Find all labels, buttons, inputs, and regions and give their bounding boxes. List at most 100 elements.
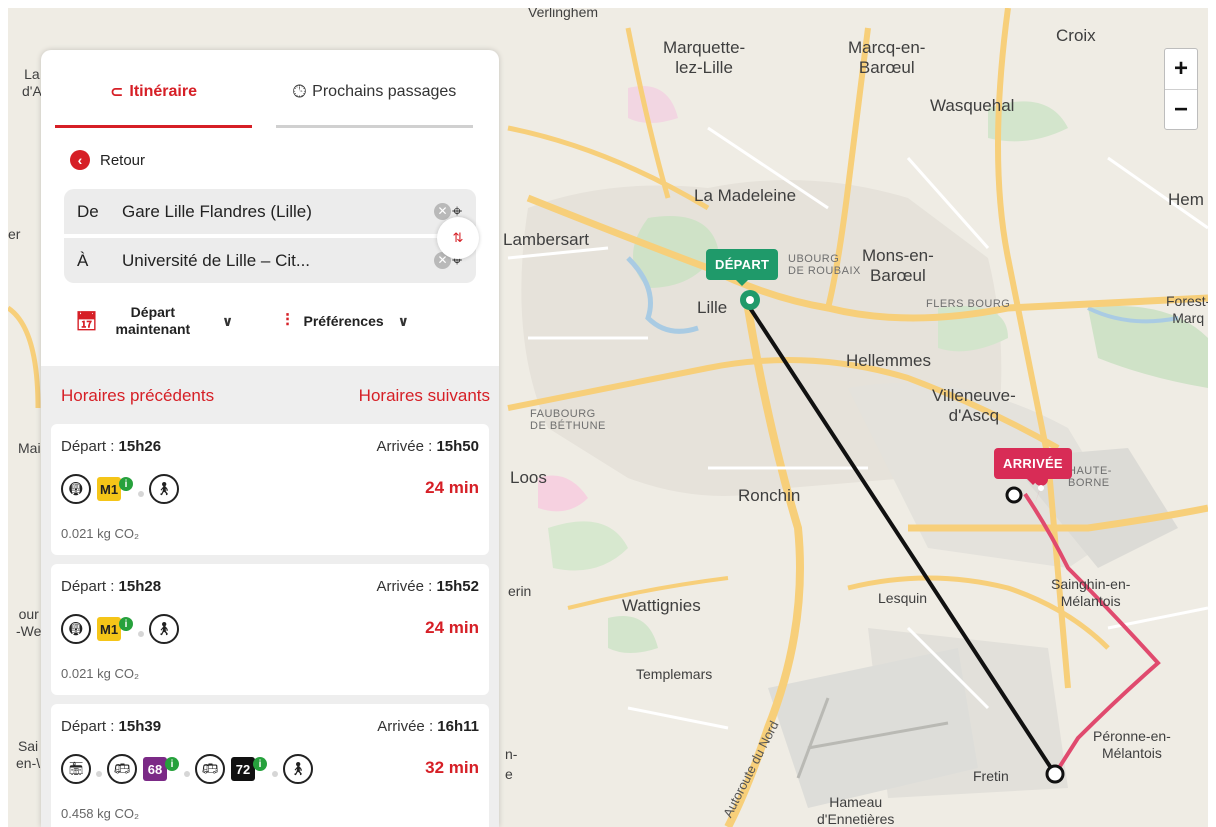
- map-place-label: Forest- Marq: [1166, 293, 1208, 326]
- map-place-label: er: [8, 226, 21, 242]
- map-place-label: our -We: [16, 606, 42, 639]
- back-arrow-icon: ‹: [70, 150, 90, 170]
- depart-time: Départ : 15h39: [61, 718, 162, 735]
- map-place-label: Sai en-\: [16, 738, 41, 771]
- separator-dot: [272, 771, 278, 777]
- result-card[interactable]: Départ : 15h28 Arrivée : 15h52 🚇︎ M1 i 🚶︎ 24 m…: [51, 564, 489, 695]
- map-place-label: Lesquin: [878, 590, 928, 606]
- back-button[interactable]: ‹ Retour: [70, 150, 499, 170]
- chevron-down-icon: ∨: [221, 312, 234, 329]
- duration: 32 min: [425, 758, 479, 777]
- depart-time-label: Départ maintenant: [115, 304, 191, 337]
- line-badge: M1: [97, 477, 122, 501]
- clear-icon[interactable]: ✕: [434, 203, 451, 220]
- info-icon[interactable]: i: [119, 617, 134, 631]
- map-place-label: Hem: [1168, 190, 1204, 209]
- walk-icon: 🚶︎: [283, 754, 313, 784]
- next-schedules-link[interactable]: Horaires suivants: [359, 386, 490, 406]
- map-place-label: n-: [505, 746, 518, 762]
- map-place-label: Hellemmes: [846, 351, 932, 370]
- map-place-label: Lille: [697, 298, 728, 317]
- separator-dot: [138, 631, 145, 637]
- bus-icon: 🚌︎: [107, 754, 137, 784]
- co2-emission: 0.458 kg CO₂: [61, 806, 140, 821]
- swap-button[interactable]: ⇅: [437, 217, 479, 259]
- map-place-label: e: [505, 766, 513, 782]
- map-place-label: Sainghin-en- Mélantois: [1051, 576, 1131, 609]
- duration: 24 min: [425, 478, 479, 497]
- chevron-down-icon: ∨: [397, 312, 410, 329]
- route-legs: 🚇︎ M1 i 🚶︎: [61, 474, 180, 504]
- map-place-label: Marcq-en- Barœul: [848, 38, 926, 77]
- sliders-icon: ⫶: [285, 311, 290, 330]
- info-icon[interactable]: i: [119, 477, 134, 491]
- separator-dot: [138, 491, 145, 497]
- previous-schedules-link[interactable]: Horaires précédents: [61, 386, 214, 406]
- duration: 24 min: [425, 618, 479, 637]
- depart-time-select[interactable]: 📅︎ Départ maintenant ∨: [75, 304, 233, 338]
- depart-tag: DÉPART: [706, 249, 779, 286]
- from-field[interactable]: De Gare Lille Flandres (Lille) ✕ ⌖: [64, 189, 476, 234]
- map-place-label: Verlinghem: [528, 8, 599, 20]
- walk-icon: 🚶︎: [149, 474, 180, 504]
- depart-time: Départ : 15h26: [61, 438, 162, 455]
- swap-icon: ⇅: [452, 230, 464, 245]
- metro-icon: 🚇︎: [61, 474, 91, 504]
- result-card[interactable]: Départ : 15h39 Arrivée : 16h11 🚋︎ 🚌︎ 68 i 🚌︎ 72…: [51, 704, 489, 827]
- line-badge: 68: [143, 757, 167, 781]
- map-district-label: FAUBOURG DE BÉTHUNE: [530, 408, 606, 432]
- map-place-label: Péronne-en- Mélantois: [1093, 728, 1171, 761]
- line-badge: M1: [97, 617, 122, 641]
- tab-itineraire[interactable]: ⊂ Itinéraire: [55, 50, 252, 128]
- depart-time: Départ : 15h28: [61, 578, 162, 595]
- map-place-label: La Madeleine: [694, 186, 797, 205]
- info-icon[interactable]: i: [253, 757, 267, 771]
- map-place-label: Villeneuve- d'Ascq: [932, 386, 1016, 425]
- arrivee-tag: ARRIVÉE: [994, 448, 1072, 485]
- walk-icon: 🚶︎: [149, 614, 180, 644]
- tab-passages-label: Prochains passages: [312, 82, 457, 100]
- map-district-label: UBOURG DE ROUBAIX: [788, 253, 861, 277]
- map-place-label: Croix: [1056, 26, 1096, 45]
- results-list: Horaires précédents Horaires suivants Dé…: [41, 366, 499, 827]
- map-place-label: Templemars: [636, 666, 713, 682]
- to-prefix: À: [77, 250, 89, 270]
- line-badge: 72: [231, 757, 255, 781]
- map-place-label: Wattignies: [622, 596, 701, 615]
- clock-icon: 🕒︎: [292, 81, 307, 101]
- from-value[interactable]: Gare Lille Flandres (Lille): [122, 202, 434, 222]
- zoom-control: + −: [1164, 48, 1198, 130]
- map-place-label: Hameau d'Ennetières: [817, 794, 895, 827]
- preferences-label: Préférences: [303, 312, 384, 329]
- map-place-label: Marquette- lez-Lille: [663, 38, 746, 77]
- info-icon[interactable]: i: [165, 757, 179, 771]
- to-value[interactable]: Université de Lille – Cit...: [122, 251, 434, 271]
- tabs: ⊂ Itinéraire 🕒︎ Prochains passages: [41, 50, 499, 130]
- metro-icon: 🚇︎: [61, 614, 91, 644]
- route-icon: ⊂: [110, 83, 124, 101]
- from-prefix: De: [77, 201, 99, 221]
- bus-icon: 🚌︎: [195, 754, 225, 784]
- map-place-label: Ronchin: [738, 486, 801, 505]
- tram-icon: 🚋︎: [61, 754, 91, 784]
- separator-dot: [184, 771, 190, 777]
- co2-emission: 0.021 kg CO₂: [61, 526, 140, 541]
- route-legs: 🚋︎ 🚌︎ 68 i 🚌︎ 72 i 🚶︎: [61, 754, 313, 784]
- itinerary-panel: ⊂ Itinéraire 🕒︎ Prochains passages ‹ Ret…: [41, 50, 499, 827]
- arrival-time: Arrivée : 16h11: [377, 718, 479, 735]
- zoom-in-button[interactable]: +: [1165, 49, 1197, 89]
- map-place-label: La d'A: [22, 66, 42, 99]
- result-card[interactable]: Départ : 15h26 Arrivée : 15h50 🚇︎ M1 i 🚶︎ 24 m…: [51, 424, 489, 555]
- map-place-label: Mons-en- Barœul: [862, 246, 934, 285]
- back-label: Retour: [100, 151, 146, 169]
- tab-itineraire-label: Itinéraire: [129, 82, 197, 100]
- map-district-label: HAUTE- BORNE: [1068, 465, 1112, 489]
- to-field[interactable]: À Université de Lille – Cit... ✕ ⌖: [64, 238, 476, 283]
- preferences-select[interactable]: ⫶ Préférences ∨: [285, 311, 409, 331]
- map-place-label: erin: [508, 583, 532, 599]
- arrival-time: Arrivée : 15h52: [376, 578, 479, 595]
- zoom-out-button[interactable]: −: [1165, 89, 1197, 129]
- route-legs: 🚇︎ M1 i 🚶︎: [61, 614, 180, 644]
- map-place-label: Wasquehal: [930, 96, 1015, 115]
- tab-prochains-passages[interactable]: 🕒︎ Prochains passages: [276, 50, 473, 128]
